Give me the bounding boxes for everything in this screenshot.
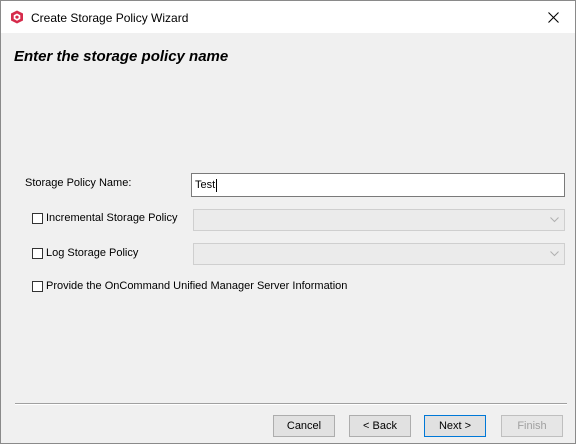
close-icon bbox=[547, 11, 559, 23]
footer-divider bbox=[15, 403, 567, 405]
next-button[interactable]: Next > bbox=[424, 415, 486, 437]
incremental-storage-policy-option[interactable]: Incremental Storage Policy bbox=[32, 212, 177, 224]
back-button[interactable]: < Back bbox=[349, 415, 411, 437]
oncommand-server-info-option[interactable]: Provide the OnCommand Unified Manager Se… bbox=[32, 280, 347, 292]
text-caret bbox=[216, 178, 218, 192]
log-storage-policy-checkbox[interactable] bbox=[32, 247, 43, 259]
finish-button[interactable]: Finish bbox=[501, 415, 563, 437]
log-storage-policy-option[interactable]: Log Storage Policy bbox=[32, 247, 138, 259]
wizard-window: Create Storage Policy Wizard Enter the s… bbox=[0, 0, 576, 444]
storage-policy-name-value: Test bbox=[195, 179, 216, 191]
page-heading: Enter the storage policy name bbox=[14, 48, 229, 65]
log-storage-policy-label: Log Storage Policy bbox=[46, 247, 139, 259]
title-bar: Create Storage Policy Wizard bbox=[1, 1, 575, 33]
app-logo-icon bbox=[11, 10, 23, 24]
storage-policy-name-input[interactable]: Test bbox=[191, 173, 565, 197]
window-title: Create Storage Policy Wizard bbox=[31, 11, 189, 25]
chevron-down-icon bbox=[544, 210, 564, 230]
chevron-down-icon bbox=[544, 244, 564, 264]
storage-policy-name-label: Storage Policy Name: bbox=[25, 177, 132, 189]
oncommand-server-info-checkbox[interactable] bbox=[32, 280, 43, 292]
incremental-storage-policy-checkbox[interactable] bbox=[32, 212, 43, 224]
close-button[interactable] bbox=[531, 1, 575, 33]
cancel-button[interactable]: Cancel bbox=[273, 415, 335, 437]
oncommand-server-info-label: Provide the OnCommand Unified Manager Se… bbox=[46, 280, 348, 292]
log-storage-policy-dropdown[interactable] bbox=[193, 243, 565, 265]
incremental-storage-policy-dropdown[interactable] bbox=[193, 209, 565, 231]
incremental-storage-policy-label: Incremental Storage Policy bbox=[46, 212, 178, 224]
